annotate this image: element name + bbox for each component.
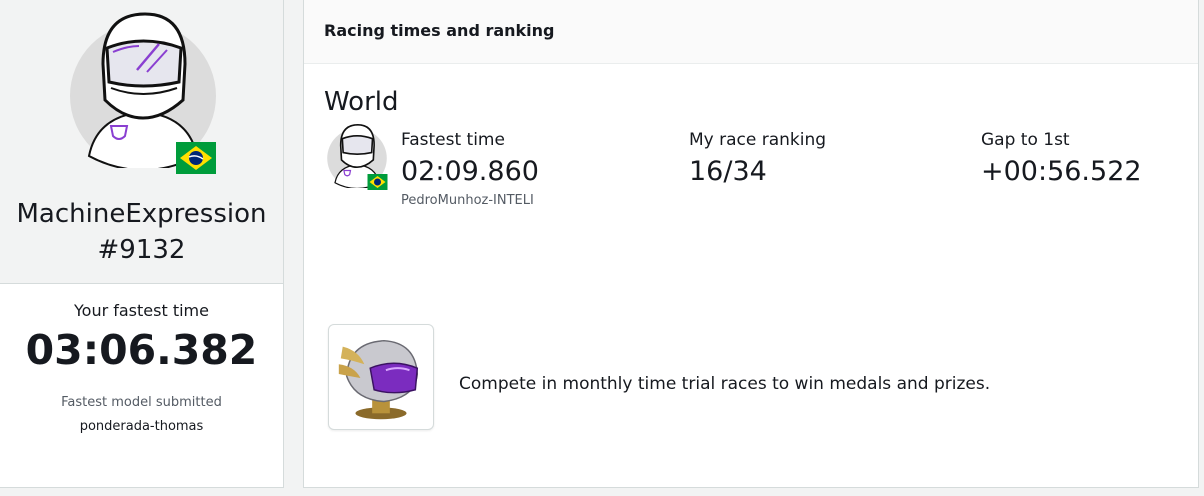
- race-ranking-stat: My race ranking 16/34: [689, 128, 826, 190]
- brazil-flag-icon: [176, 142, 216, 174]
- fastest-model-value: ponderada-thomas: [79, 419, 204, 434]
- promo-text: Compete in monthly time trial races to w…: [459, 374, 991, 394]
- medal-helmet-trophy-icon: [338, 339, 419, 420]
- your-fastest-time-label: Your fastest time: [74, 301, 209, 320]
- section-title-world: World: [324, 87, 399, 117]
- racing-times-card: Racing times and ranking World Fastest t…: [303, 0, 1199, 488]
- profile-stats: Your fastest time 03:06.382 Fastest mode…: [0, 300, 283, 436]
- gap-to-first-stat: Gap to 1st +00:56.522: [981, 128, 1142, 190]
- brazil-flag-icon: [367, 174, 388, 190]
- fastest-time-stat: Fastest time 02:09.860 PedroMunhoz-INTEL…: [401, 128, 539, 210]
- username-tag: #9132: [97, 235, 186, 265]
- profile-username: MachineExpression #9132: [0, 196, 283, 268]
- race-ranking-value: 16/34: [689, 156, 767, 187]
- gap-to-first-label: Gap to 1st: [981, 130, 1070, 150]
- race-ranking-label: My race ranking: [689, 130, 827, 150]
- card-header: Racing times and ranking: [304, 0, 1198, 64]
- your-fastest-time-value: 03:06.382: [25, 326, 258, 374]
- profile-card: MachineExpression #9132 Your fastest tim…: [0, 0, 284, 488]
- fastest-model-label: Fastest model submitted: [61, 395, 222, 410]
- profile-header: MachineExpression #9132: [0, 0, 283, 284]
- username-text: MachineExpression: [16, 199, 267, 229]
- fastest-time-holder: PedroMunhoz-INTELI: [401, 193, 534, 208]
- card-title: Racing times and ranking: [324, 21, 555, 40]
- fastest-time-label: Fastest time: [401, 130, 505, 150]
- fastest-time-value: 02:09.860: [401, 156, 539, 187]
- gap-to-first-value: +00:56.522: [981, 156, 1142, 187]
- medal-image: [328, 324, 434, 430]
